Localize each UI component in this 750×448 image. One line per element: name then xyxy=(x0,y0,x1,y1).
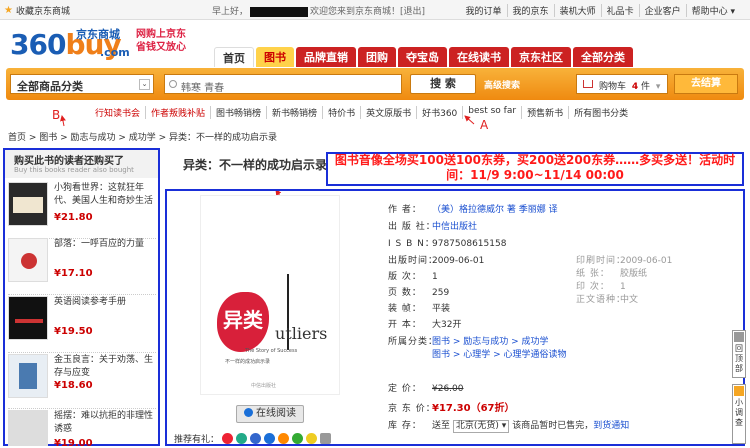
info-edition: 版 次： 1 xyxy=(388,272,438,282)
translator-link[interactable]: 季丽娜 译 xyxy=(519,205,558,215)
jd-price-row: 京 东 价：¥17.30（67折） xyxy=(388,403,515,414)
stock-row: 库 存： 送至 北京(无货) ▾ 该商品暂时已售完，到货通知 xyxy=(388,420,630,433)
info-print-date: 印刷时间：2009-06-01 xyxy=(576,256,673,266)
info-paper: 纸 张： 胶版纸 xyxy=(576,269,648,279)
info-format: 开 本： 大32开 xyxy=(388,320,462,330)
info-pub-date: 出版时间：2009-06-01 xyxy=(388,256,485,266)
cover-subtitle: The Story of Success xyxy=(245,348,298,354)
list-item[interactable]: 金玉良言：关于劝荡、生存与应变 ¥18.60 xyxy=(8,354,156,410)
info-pages: 页 数： 259 xyxy=(388,288,450,298)
read-online-button[interactable]: 在线阅读 xyxy=(236,405,304,423)
book-thumbnail[interactable] xyxy=(8,354,48,398)
renren-icon[interactable] xyxy=(250,433,262,444)
list-item[interactable]: 部落：一呼百应的力量 ¥17.10 xyxy=(8,238,156,295)
book-price: ¥19.00 xyxy=(54,438,93,446)
book-thumbnail[interactable] xyxy=(8,182,48,226)
weibo-icon[interactable] xyxy=(222,433,234,444)
info-author: 作 者： （美）格拉德威尔 著 季丽娜 译 xyxy=(388,205,558,215)
book-price: ¥21.80 xyxy=(54,212,93,223)
top-icon xyxy=(734,332,744,342)
book-title-link[interactable]: 摇摆：难以抗拒的非理性诱惑 xyxy=(54,410,154,436)
info-category-2: 图书 > 心理学 > 心理学通俗读物 xyxy=(432,347,567,360)
back-to-top-label: 回顶部 xyxy=(735,344,743,373)
also-bought-title: 购买此书的读者还购买了 xyxy=(14,156,124,167)
qzone-icon[interactable] xyxy=(236,433,248,444)
info-binding: 装 帧： 平装 xyxy=(388,304,451,314)
arrow-b xyxy=(60,115,66,127)
info-printing: 印 次： 1 xyxy=(576,282,626,292)
book-title-link[interactable]: 小狗看世界：这就狂年代、美国人生和奇妙生活 xyxy=(54,182,154,208)
kaixin-icon[interactable] xyxy=(264,433,276,444)
annotation-label-a: A xyxy=(480,118,489,132)
category-link[interactable]: 图书 > 励志与成功 > 成功学 xyxy=(432,337,549,347)
cover-subtitle-cjk: 不一样的成功启示录 xyxy=(225,359,271,365)
qq-icon[interactable] xyxy=(306,433,318,444)
book-price: ¥19.50 xyxy=(54,326,93,337)
region-select[interactable]: 北京(无货) ▾ xyxy=(452,420,510,433)
read-icon xyxy=(244,408,253,417)
cover-publisher: 中信出版社 xyxy=(251,383,277,389)
tencent-icon[interactable] xyxy=(292,433,304,444)
page: ★ 收藏京东商城 早上好， 欢迎您来到京东商城！[退出] 我的订单 我的京东 装机… xyxy=(0,0,750,448)
promo-banner[interactable]: 图书音像全场买100送100东券，买200送200东券……多买多送！活动时间：1… xyxy=(330,153,740,183)
share-label: 推荐有礼： xyxy=(174,435,220,445)
book-thumbnail[interactable] xyxy=(8,296,48,340)
info-category: 所属分类：图书 > 励志与成功 > 成功学 xyxy=(388,337,549,347)
survey-icon xyxy=(734,386,744,396)
book-title-link[interactable]: 金玉良言：关于劝荡、生存与应变 xyxy=(54,354,154,380)
back-to-top-button[interactable]: 回顶部 xyxy=(732,330,746,378)
jd-price: ¥17.30（67折） xyxy=(432,403,515,414)
survey-button[interactable]: 小调查 xyxy=(732,384,746,444)
email-icon[interactable] xyxy=(320,433,332,444)
divider xyxy=(8,408,156,409)
info-publisher: 出 版 社：中信出版社 xyxy=(388,222,478,232)
book-thumbnail[interactable] xyxy=(8,410,48,446)
list-item[interactable]: 摇摆：难以抗拒的非理性诱惑 ¥19.00 xyxy=(8,410,156,446)
author-link[interactable]: （美）格拉德威尔 著 xyxy=(432,205,516,215)
list-price: ¥26.00 xyxy=(432,384,464,394)
survey-label: 小调查 xyxy=(735,398,743,427)
arrow-a xyxy=(464,115,475,125)
book-title: 异类：不一样的成功启示录 xyxy=(183,158,328,172)
book-title-link[interactable]: 英语阅读参考手册 xyxy=(54,296,154,309)
divider xyxy=(8,352,156,353)
book-price: ¥18.60 xyxy=(54,380,93,391)
info-isbn: I S B N：9787508615158 xyxy=(388,239,507,249)
book-title-link[interactable]: 部落：一呼百应的力量 xyxy=(54,238,154,251)
book-price: ¥17.10 xyxy=(54,268,93,279)
chevron-down-icon: ▾ xyxy=(501,421,507,431)
notify-link[interactable]: 到货通知 xyxy=(593,421,629,431)
publisher-link[interactable]: 中信出版社 xyxy=(432,222,477,232)
divider xyxy=(8,294,156,295)
info-language: 正文语种：中文 xyxy=(576,295,639,305)
stock-status: 该商品暂时已售完， xyxy=(512,421,594,431)
read-online-label: 在线阅读 xyxy=(256,408,296,419)
category-link[interactable]: 图书 > 心理学 > 心理学通俗读物 xyxy=(432,350,567,360)
annotation-label-b: B xyxy=(52,108,61,122)
share-bar: 推荐有礼： xyxy=(174,432,332,445)
book-cover-image[interactable]: 异类 utliers The Story of Success 不一样的成功启示… xyxy=(200,195,340,395)
book-thumbnail[interactable] xyxy=(8,238,48,282)
list-item[interactable]: 小狗看世界：这就狂年代、美国人生和奇妙生活 ¥21.80 xyxy=(8,182,156,239)
list-item[interactable]: 英语阅读参考手册 ¥19.50 xyxy=(8,296,156,353)
cover-title-en: utliers xyxy=(275,324,328,343)
cover-title-cjk: 异类 xyxy=(223,308,263,332)
list-price-row: 定 价： ¥26.00 xyxy=(388,384,464,394)
also-bought-subtitle: Buy this books reader also bought xyxy=(14,166,134,174)
douban-icon[interactable] xyxy=(278,433,290,444)
